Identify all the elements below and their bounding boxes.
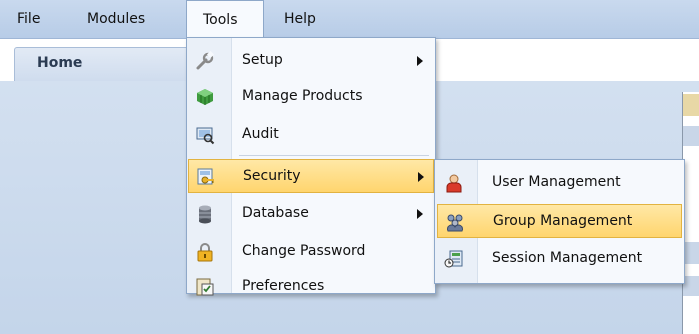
menu-item-setup[interactable]: Setup	[188, 44, 434, 78]
menu-modules[interactable]: Modules	[87, 0, 145, 38]
menu-item-label: Security	[243, 168, 301, 184]
menu-item-label: Setup	[242, 52, 283, 68]
menu-item-audit[interactable]: Audit	[188, 118, 434, 152]
window-edge-band	[683, 276, 699, 296]
audit-monitor-icon	[195, 125, 215, 145]
preferences-icon	[195, 277, 215, 297]
submenu-item-label: Group Management	[493, 213, 633, 229]
window-edge-band	[683, 242, 699, 264]
menu-separator	[239, 155, 429, 156]
menu-item-label: Preferences	[242, 278, 325, 294]
submenu-item-label: User Management	[492, 174, 621, 190]
menu-tools[interactable]: Tools	[186, 0, 264, 38]
tab-home-label: Home	[37, 55, 83, 71]
window-edge-icon	[683, 94, 699, 116]
submenu-arrow-icon	[418, 172, 424, 182]
database-icon	[195, 204, 215, 224]
lock-icon	[195, 242, 215, 262]
wrench-icon	[195, 50, 215, 71]
menu-help[interactable]: Help	[284, 0, 316, 38]
cube-icon	[195, 87, 215, 107]
tools-dropdown-menu: Setup Manage Products Audit Security Dat…	[186, 37, 436, 296]
menu-item-change-password[interactable]: Change Password	[188, 235, 434, 269]
submenu-item-label: Session Management	[492, 250, 643, 266]
session-icon	[444, 249, 464, 269]
menu-bar: File Modules Tools Help	[0, 0, 699, 39]
submenu-item-group-management[interactable]: Group Management	[437, 204, 682, 238]
submenu-arrow-icon	[417, 209, 423, 219]
group-icon	[445, 212, 465, 232]
security-submenu: User Management Group Management Session…	[434, 159, 685, 284]
menu-item-label: Audit	[242, 126, 279, 142]
menu-item-label: Manage Products	[242, 88, 363, 104]
menu-item-preferences[interactable]: Preferences	[188, 270, 434, 304]
menu-item-security[interactable]: Security	[188, 159, 434, 193]
menu-item-manage-products[interactable]: Manage Products	[188, 80, 434, 114]
window-edge-band	[683, 126, 699, 146]
user-icon	[444, 173, 464, 193]
submenu-arrow-icon	[417, 56, 423, 66]
tab-home[interactable]: Home	[14, 47, 200, 81]
security-key-icon	[196, 167, 216, 187]
submenu-item-session-management[interactable]: Session Management	[437, 242, 682, 276]
menu-file[interactable]: File	[17, 0, 40, 38]
menu-item-database[interactable]: Database	[188, 197, 434, 231]
menu-item-label: Database	[242, 205, 309, 221]
menu-item-label: Change Password	[242, 243, 366, 259]
submenu-item-user-management[interactable]: User Management	[437, 166, 682, 200]
